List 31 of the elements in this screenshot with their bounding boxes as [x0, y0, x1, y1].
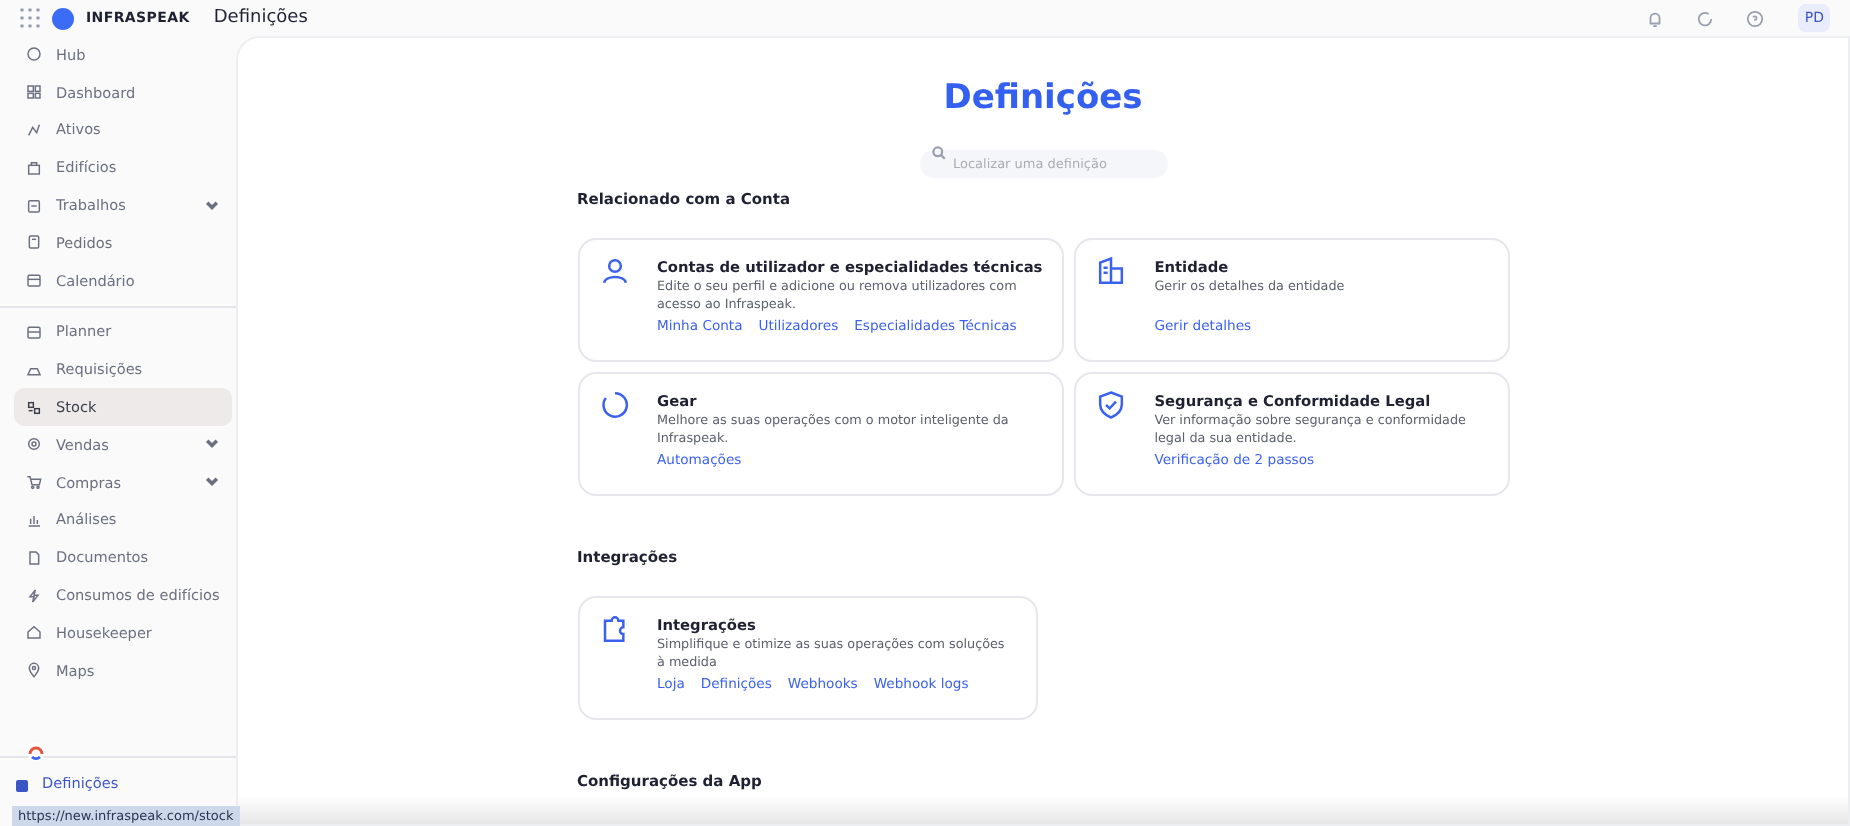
shield-icon [1099, 391, 1124, 419]
page-title: Definições [213, 8, 308, 28]
nav-icon [26, 624, 42, 641]
nav-icon [26, 474, 42, 491]
nav-icon [26, 272, 42, 289]
nav-icon [26, 159, 42, 176]
chevron-down-icon [204, 436, 220, 453]
page-heading: Definições [943, 78, 1143, 118]
puzzle-icon [602, 616, 624, 642]
help-icon[interactable] [1746, 9, 1765, 27]
nav-icon [26, 662, 42, 679]
nav-icon [26, 84, 42, 101]
refresh-icon[interactable] [1696, 9, 1715, 27]
nav-icon [26, 234, 42, 251]
nav-icon [26, 587, 42, 604]
chevron-down-icon [204, 197, 220, 214]
logo-icon [52, 7, 74, 29]
apps-grid-icon[interactable] [20, 8, 40, 28]
bell-icon[interactable] [1646, 9, 1665, 27]
assistant-logo-icon[interactable] [26, 742, 46, 762]
nav-icon [26, 323, 42, 340]
nav-icon [26, 197, 42, 214]
nav-icon [26, 436, 42, 453]
nav-icon [26, 399, 42, 416]
nav-icon [26, 121, 42, 138]
nav-icon [26, 549, 42, 566]
building-icon [1099, 256, 1124, 284]
nav-icon [26, 46, 42, 63]
user-icon [602, 258, 626, 284]
nav-icon [26, 511, 42, 528]
chevron-down-icon [204, 474, 220, 491]
